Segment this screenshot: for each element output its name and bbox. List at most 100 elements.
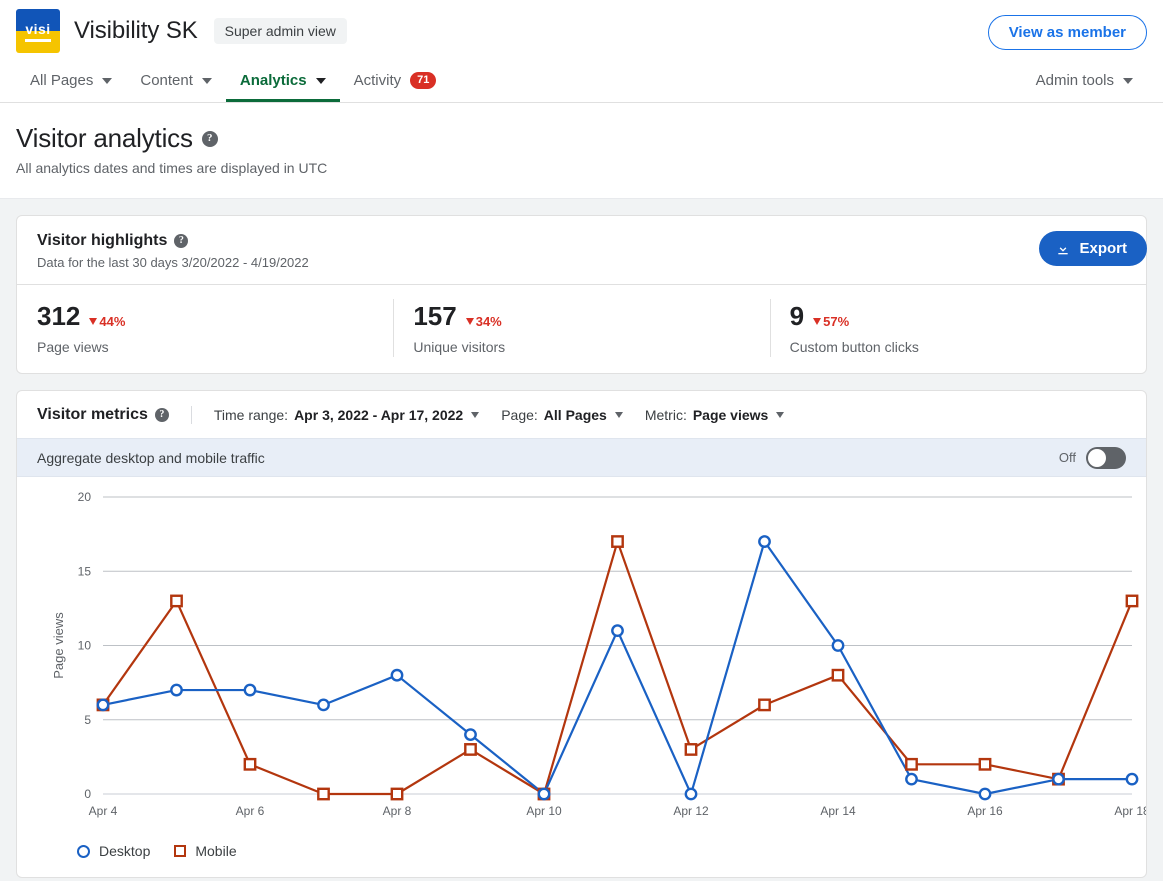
x-tick-label: Apr 8 bbox=[383, 804, 412, 818]
stat-page-views: 312 44% Page views bbox=[17, 301, 393, 355]
chevron-down-icon bbox=[102, 77, 113, 84]
stat-value: 9 bbox=[789, 301, 805, 331]
data-point-mobile bbox=[464, 743, 477, 756]
visitor-metrics-chart: 0 5 10 15 20 Page views Apr 4 Apr 6 Apr 8 Apr 10 A… bbox=[17, 477, 1146, 857]
time-range-label: Time range: bbox=[213, 407, 289, 423]
visitor-highlights-card: Visitor highlights ? Data for the last 3… bbox=[16, 215, 1147, 374]
stat-delta: 44% bbox=[89, 314, 125, 329]
site-logo: visi bbox=[16, 9, 60, 53]
super-admin-badge: Super admin view bbox=[213, 18, 347, 44]
data-point-desktop bbox=[243, 683, 257, 697]
export-label: Export bbox=[1079, 240, 1127, 257]
aggregate-toggle-group: Off bbox=[1059, 446, 1126, 469]
stat-label: Page views bbox=[37, 339, 109, 355]
main-content: Visitor highlights ? Data for the last 3… bbox=[0, 199, 1163, 881]
data-point-desktop bbox=[464, 728, 477, 742]
chevron-down-icon bbox=[1123, 77, 1133, 84]
metrics-control-bar: Visitor metrics ? Time range: Apr 3, 202… bbox=[17, 391, 1146, 438]
nav-item-content[interactable]: Content bbox=[126, 62, 226, 102]
highlights-subtitle: Data for the last 30 days 3/20/2022 - 4/… bbox=[37, 255, 309, 270]
time-range-value: Apr 3, 2022 - Apr 17, 2022 bbox=[294, 407, 464, 423]
metric-filter-label: Metric: bbox=[644, 407, 687, 423]
highlights-title: Visitor highlights bbox=[37, 232, 168, 249]
data-point-mobile bbox=[390, 787, 404, 801]
data-point-desktop bbox=[831, 639, 845, 652]
y-tick-label: 0 bbox=[84, 787, 91, 801]
data-point-desktop bbox=[96, 698, 110, 712]
activity-badge: 71 bbox=[410, 71, 437, 90]
page-dropdown[interactable]: Page: All Pages bbox=[501, 407, 623, 423]
nav-item-all-pages[interactable]: All Pages bbox=[16, 62, 126, 102]
metrics-title-group: Visitor metrics ? bbox=[37, 406, 192, 424]
chevron-down-icon bbox=[614, 412, 623, 418]
highlights-stats: 312 44% Page views 157 34% Unique visito… bbox=[17, 285, 1146, 373]
stat-value: 157 bbox=[413, 301, 457, 331]
stat-unique-visitors: 157 34% Unique visitors bbox=[393, 299, 769, 357]
stat-top: 312 44% bbox=[37, 301, 373, 332]
x-tick-label: Apr 14 bbox=[820, 804, 856, 818]
nav-label: Admin tools bbox=[1035, 72, 1114, 89]
main-nav: All Pages Content Analytics Activity 71 … bbox=[0, 62, 1163, 103]
data-point-desktop bbox=[170, 683, 183, 697]
data-point-mobile bbox=[831, 668, 845, 682]
chevron-down-icon bbox=[776, 412, 785, 418]
export-button[interactable]: Export bbox=[1039, 231, 1147, 266]
nav-right: Admin tools bbox=[1022, 62, 1147, 102]
download-icon bbox=[1055, 241, 1071, 257]
nav-item-analytics[interactable]: Analytics bbox=[225, 62, 340, 102]
data-point-mobile bbox=[243, 757, 257, 771]
site-title: Visibility SK bbox=[74, 17, 198, 44]
data-point-desktop bbox=[758, 535, 771, 548]
help-icon[interactable]: ? bbox=[201, 130, 218, 147]
stat-delta-value: 44% bbox=[99, 314, 126, 329]
nav-label: All Pages bbox=[30, 72, 94, 89]
x-tick-label: Apr 6 bbox=[236, 804, 265, 818]
data-point-mobile bbox=[978, 757, 992, 771]
metric-dropdown[interactable]: Metric: Page views bbox=[645, 407, 785, 423]
time-range-dropdown[interactable]: Time range: Apr 3, 2022 - Apr 17, 2022 bbox=[213, 407, 480, 423]
chevron-down-icon bbox=[471, 412, 480, 418]
logo-underline bbox=[25, 39, 51, 42]
series-line-desktop bbox=[102, 540, 1132, 796]
brand: visi Visibility SK Super admin view bbox=[16, 9, 347, 53]
chevron-down-icon bbox=[315, 77, 326, 84]
data-point-desktop bbox=[537, 787, 551, 801]
stat-top: 157 34% bbox=[413, 301, 749, 332]
data-point-desktop bbox=[611, 624, 624, 638]
logo-text: visi bbox=[25, 21, 51, 37]
series-line-mobile bbox=[102, 540, 1134, 796]
x-tick-label: Apr 16 bbox=[967, 804, 1003, 818]
data-point-mobile bbox=[1125, 594, 1139, 608]
highlights-header: Visitor highlights ? Data for the last 3… bbox=[17, 216, 1146, 284]
stat-value: 312 bbox=[37, 301, 81, 331]
arrow-down-icon bbox=[89, 318, 98, 325]
data-point-mobile bbox=[611, 535, 624, 548]
y-axis-label: Page views bbox=[51, 612, 66, 679]
aggregate-traffic-bar: Aggregate desktop and mobile traffic Off bbox=[17, 438, 1146, 477]
page-title-row: Visitor analytics ? bbox=[16, 123, 1147, 154]
stat-delta-value: 34% bbox=[475, 314, 502, 329]
y-tick-label: 15 bbox=[78, 564, 92, 578]
nav-item-activity[interactable]: Activity 71 bbox=[340, 62, 451, 102]
data-point-desktop bbox=[390, 668, 404, 682]
view-as-member-button[interactable]: View as member bbox=[987, 15, 1147, 50]
data-point-desktop bbox=[317, 698, 330, 712]
data-point-desktop bbox=[978, 787, 992, 801]
x-tick-label: Apr 18 bbox=[1114, 804, 1146, 818]
stat-delta: 34% bbox=[465, 314, 502, 329]
page-subtitle: All analytics dates and times are displa… bbox=[16, 160, 328, 176]
nav-item-admin-tools[interactable]: Admin tools bbox=[1022, 72, 1147, 92]
aggregate-toggle[interactable] bbox=[1086, 446, 1126, 469]
data-point-desktop bbox=[905, 772, 918, 786]
data-point-mobile bbox=[905, 757, 918, 771]
stat-top: 9 57% bbox=[790, 301, 1126, 332]
help-icon[interactable]: ? bbox=[154, 408, 169, 422]
top-header: visi Visibility SK Super admin view View… bbox=[0, 0, 1163, 62]
visitor-metrics-card: Visitor metrics ? Time range: Apr 3, 202… bbox=[16, 390, 1147, 878]
y-tick-label: 10 bbox=[78, 639, 92, 653]
help-icon[interactable]: ? bbox=[174, 234, 189, 248]
data-point-mobile bbox=[758, 698, 771, 712]
data-point-mobile bbox=[684, 743, 698, 756]
y-tick-label: 5 bbox=[84, 713, 91, 727]
data-point-desktop bbox=[684, 787, 698, 801]
